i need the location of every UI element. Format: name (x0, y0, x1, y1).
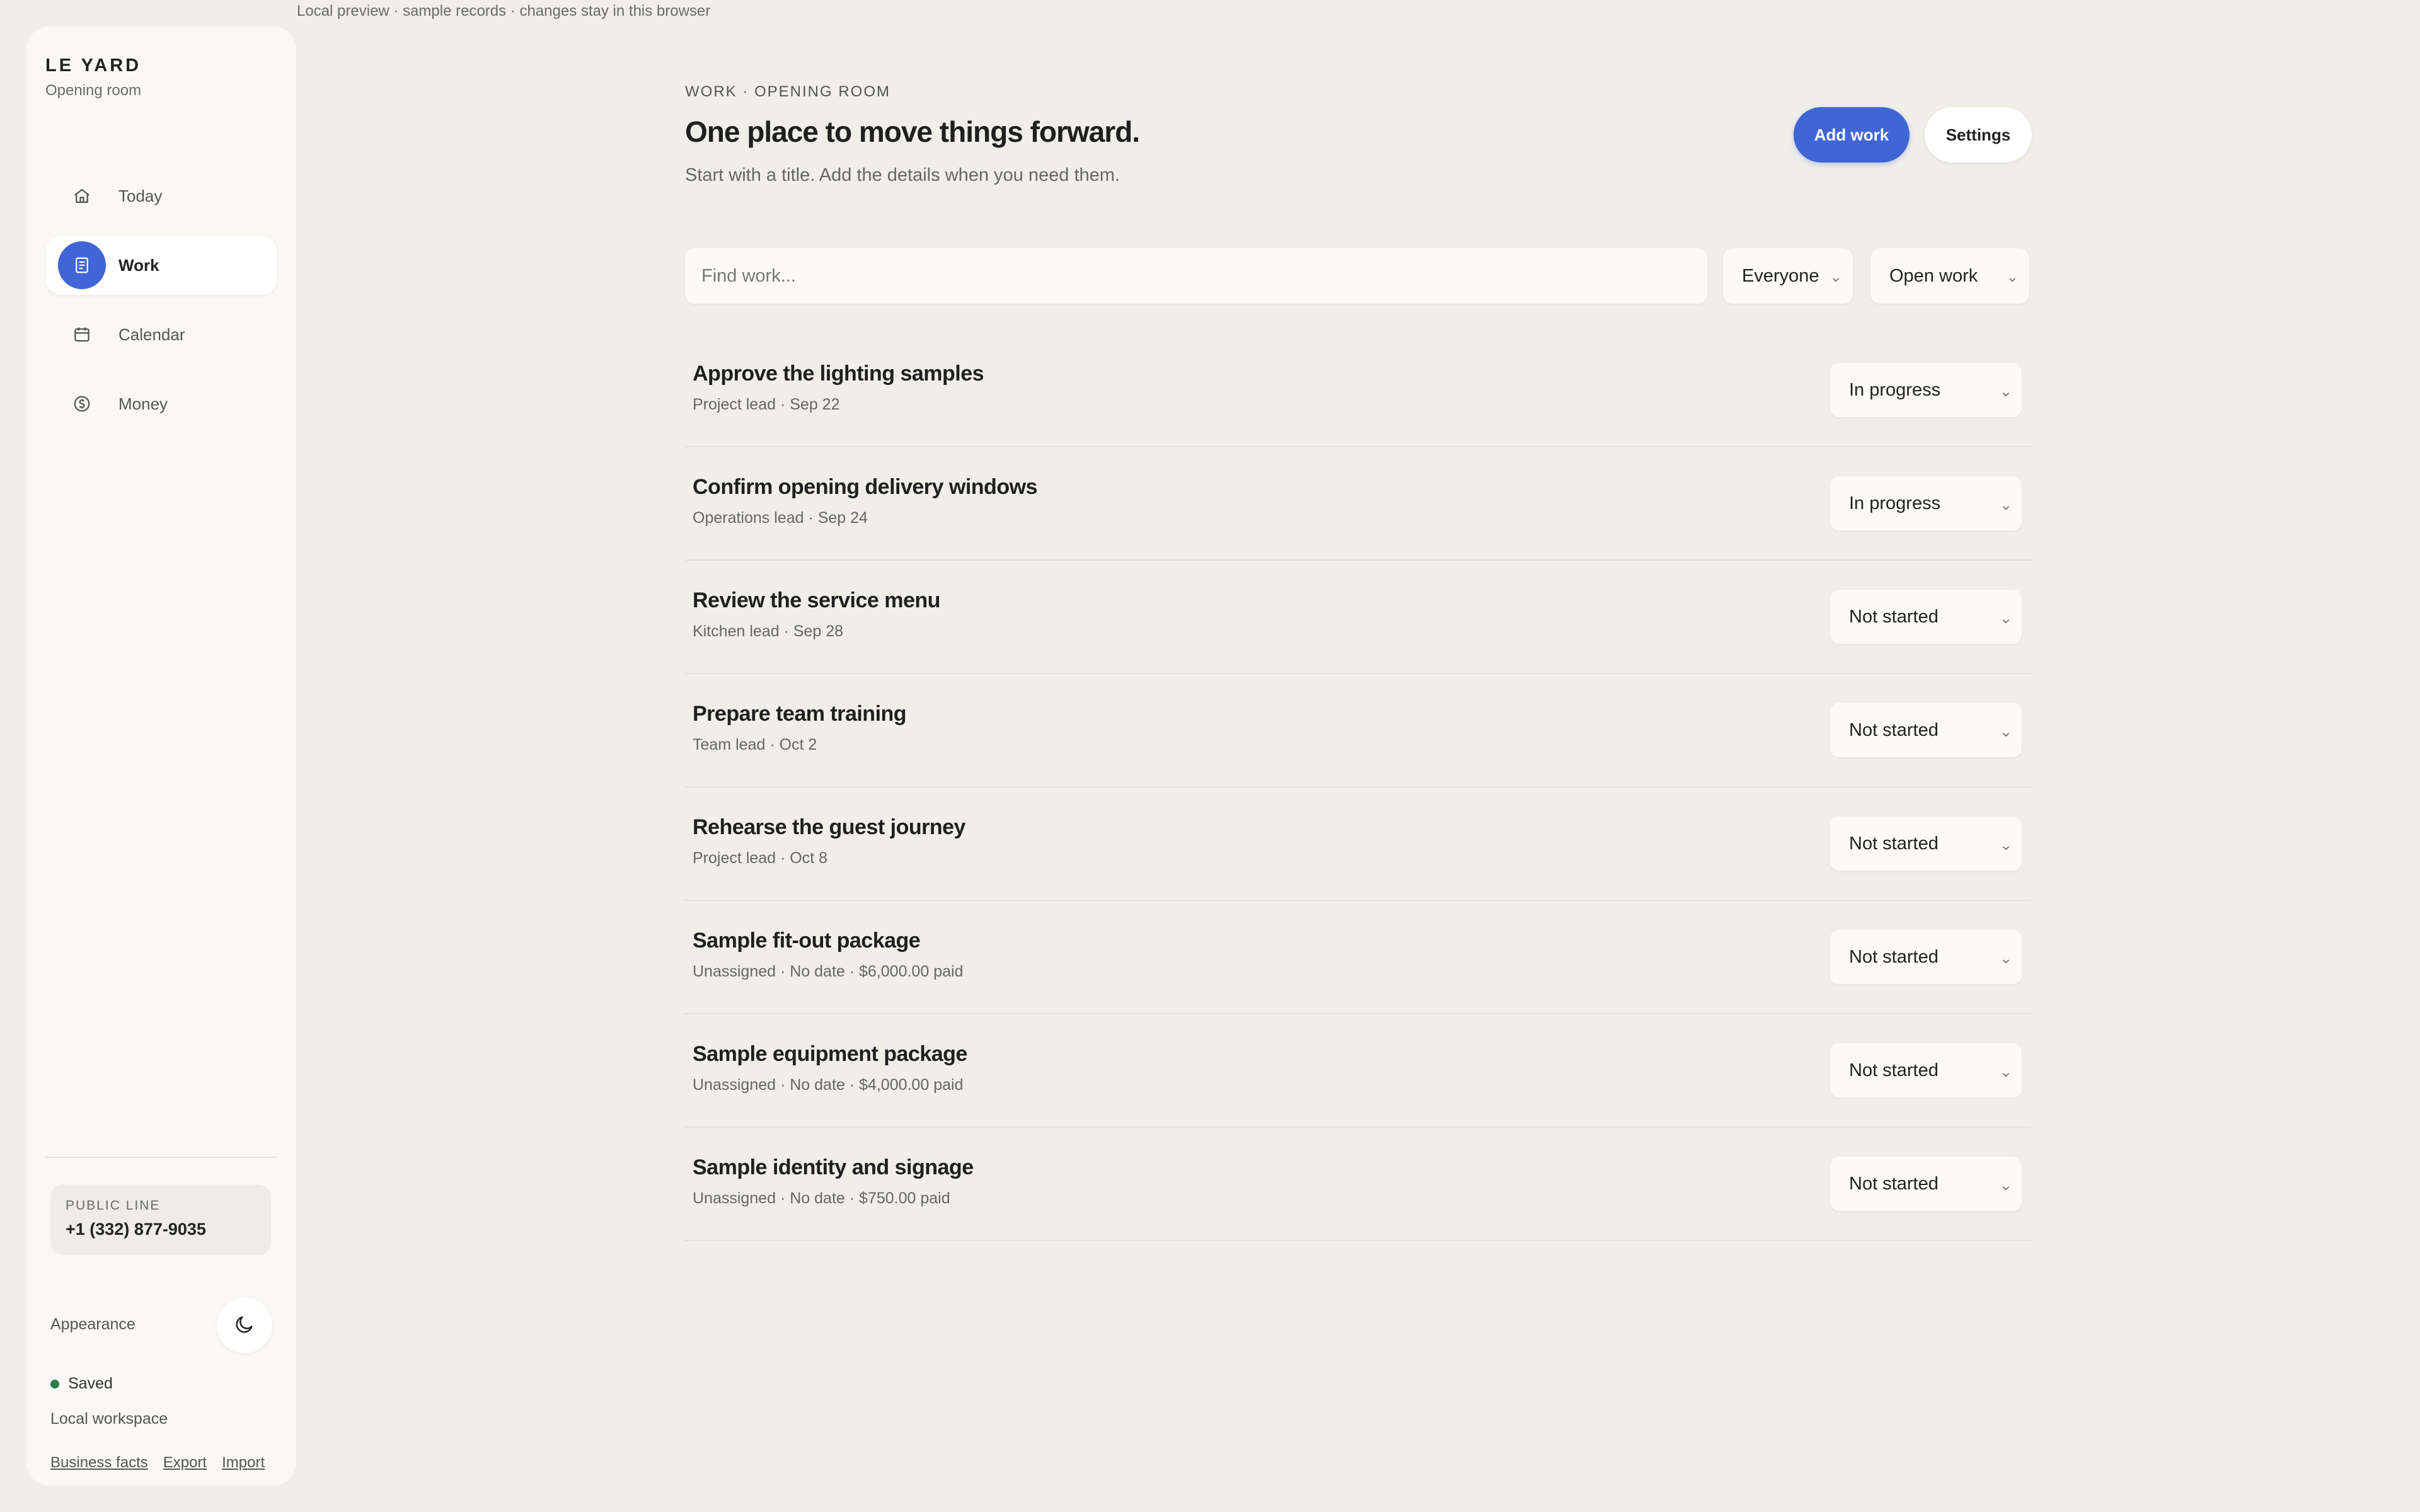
work-title[interactable]: Approve the lighting samples (693, 362, 984, 386)
status-select[interactable]: Not started (1830, 1043, 2022, 1097)
status-select[interactable]: Not started (1830, 1157, 2022, 1211)
work-meta: Project lead · Sep 22 (693, 396, 840, 413)
status-value: Not started (1849, 719, 1939, 740)
appearance-toggle-button[interactable] (217, 1298, 272, 1353)
work-title[interactable]: Sample equipment package (693, 1042, 967, 1067)
work-list: Approve the lighting samples Project lea… (685, 334, 2031, 1241)
import-link[interactable]: Import (222, 1454, 265, 1472)
sidebar-item-label: Calendar (118, 324, 185, 344)
sidebar-item-label: Today (118, 186, 163, 205)
search-input[interactable] (685, 248, 1707, 304)
chevron-down-icon (2000, 1178, 2012, 1199)
work-meta: Kitchen lead · Sep 28 (693, 622, 844, 640)
work-title[interactable]: Rehearse the guest journey (693, 815, 965, 840)
moon-icon (234, 1314, 255, 1338)
status-select[interactable]: Not started (1830, 930, 2022, 984)
chevron-down-icon (2000, 1065, 2012, 1085)
people-filter-value: Everyone (1742, 265, 1819, 286)
scope-filter-value: Open work (1889, 265, 1978, 286)
status-value: Not started (1849, 1173, 1939, 1194)
list-item[interactable]: Approve the lighting samples Project lea… (685, 334, 2031, 447)
brand-name: LE YARD (45, 55, 142, 76)
status-select[interactable]: In progress (1830, 476, 2022, 530)
work-title[interactable]: Sample identity and signage (693, 1155, 974, 1180)
business-facts-link[interactable]: Business facts (50, 1454, 148, 1472)
dollar-circle-icon (58, 380, 106, 428)
status-value: Not started (1849, 606, 1939, 627)
public-line-phone: +1 (332) 877-9035 (66, 1220, 206, 1239)
scope-filter-select[interactable]: Open work (1870, 248, 2029, 304)
status-value: Not started (1849, 946, 1939, 967)
home-icon (58, 172, 106, 220)
work-meta: Unassigned · No date · $4,000.00 paid (693, 1076, 964, 1094)
page-subtitle: Start with a title. Add the details when… (685, 165, 1120, 185)
work-title[interactable]: Prepare team training (693, 702, 907, 726)
status-value: Not started (1849, 833, 1939, 854)
list-item[interactable]: Confirm opening delivery windows Operati… (685, 447, 2031, 561)
chevron-down-icon (2000, 384, 2012, 405)
status-select[interactable]: Not started (1830, 816, 2022, 871)
work-title[interactable]: Confirm opening delivery windows (693, 475, 1037, 500)
status-value: In progress (1849, 493, 1941, 513)
work-meta: Project lead · Oct 8 (693, 849, 827, 867)
brand-subtitle: Opening room (45, 82, 142, 99)
chevron-down-icon (2000, 611, 2012, 632)
sidebar-nav: Today Work Calendar Money (45, 166, 277, 444)
sidebar-item-label: Money (118, 394, 168, 413)
work-meta: Unassigned · No date · $6,000.00 paid (693, 963, 964, 980)
work-meta: Unassigned · No date · $750.00 paid (693, 1189, 950, 1207)
chevron-down-icon (1830, 270, 1841, 290)
sidebar-item-work[interactable]: Work (45, 236, 277, 295)
chevron-down-icon (2000, 951, 2012, 972)
list-item[interactable]: Review the service menu Kitchen lead · S… (685, 561, 2031, 674)
public-line-label: PUBLIC LINE (66, 1198, 161, 1213)
chevron-down-icon (2000, 498, 2012, 518)
chevron-down-icon (2007, 270, 2018, 290)
list-item[interactable]: Sample fit-out package Unassigned · No d… (685, 901, 2031, 1014)
add-work-button[interactable]: Add work (1794, 107, 1910, 163)
public-line-card: PUBLIC LINE +1 (332) 877-9035 (50, 1184, 271, 1255)
export-link[interactable]: Export (163, 1454, 207, 1472)
work-title[interactable]: Sample fit-out package (693, 929, 921, 953)
status-select[interactable]: Not started (1830, 703, 2022, 757)
workspace-label: Local workspace (50, 1410, 168, 1428)
preview-banner: Local preview · sample records · changes… (297, 3, 711, 20)
document-icon (58, 241, 106, 289)
appearance-label: Appearance (50, 1315, 135, 1333)
sidebar-item-today[interactable]: Today (45, 166, 277, 226)
settings-button[interactable]: Settings (1925, 107, 2032, 163)
calendar-icon (58, 311, 106, 358)
status-value: In progress (1849, 379, 1941, 400)
status-dot-icon (50, 1379, 59, 1389)
list-item[interactable]: Sample equipment package Unassigned · No… (685, 1014, 2031, 1128)
status-value: Not started (1849, 1060, 1939, 1080)
save-status: Saved (50, 1375, 113, 1393)
footer-links: Business facts Export Import (50, 1454, 265, 1472)
list-item[interactable]: Sample identity and signage Unassigned ·… (685, 1128, 2031, 1241)
list-item[interactable]: Prepare team training Team lead · Oct 2 … (685, 674, 2031, 788)
chevron-down-icon (2000, 724, 2012, 745)
sidebar-item-money[interactable]: Money (45, 374, 277, 433)
chevron-down-icon (2000, 838, 2012, 859)
page-kicker: WORK · OPENING ROOM (685, 83, 890, 100)
sidebar: LE YARD Opening room Today Work Calendar… (26, 26, 296, 1486)
save-status-label: Saved (68, 1375, 113, 1392)
page-title: One place to move things forward. (685, 115, 1140, 148)
sidebar-divider (45, 1157, 277, 1158)
work-meta: Team lead · Oct 2 (693, 736, 817, 753)
people-filter-select[interactable]: Everyone (1723, 248, 1853, 304)
status-select[interactable]: In progress (1830, 363, 2022, 417)
sidebar-item-label: Work (118, 255, 159, 275)
list-item[interactable]: Rehearse the guest journey Project lead … (685, 788, 2031, 901)
work-meta: Operations lead · Sep 24 (693, 509, 868, 527)
sidebar-item-calendar[interactable]: Calendar (45, 305, 277, 364)
status-select[interactable]: Not started (1830, 590, 2022, 644)
work-title[interactable]: Review the service menu (693, 588, 940, 613)
